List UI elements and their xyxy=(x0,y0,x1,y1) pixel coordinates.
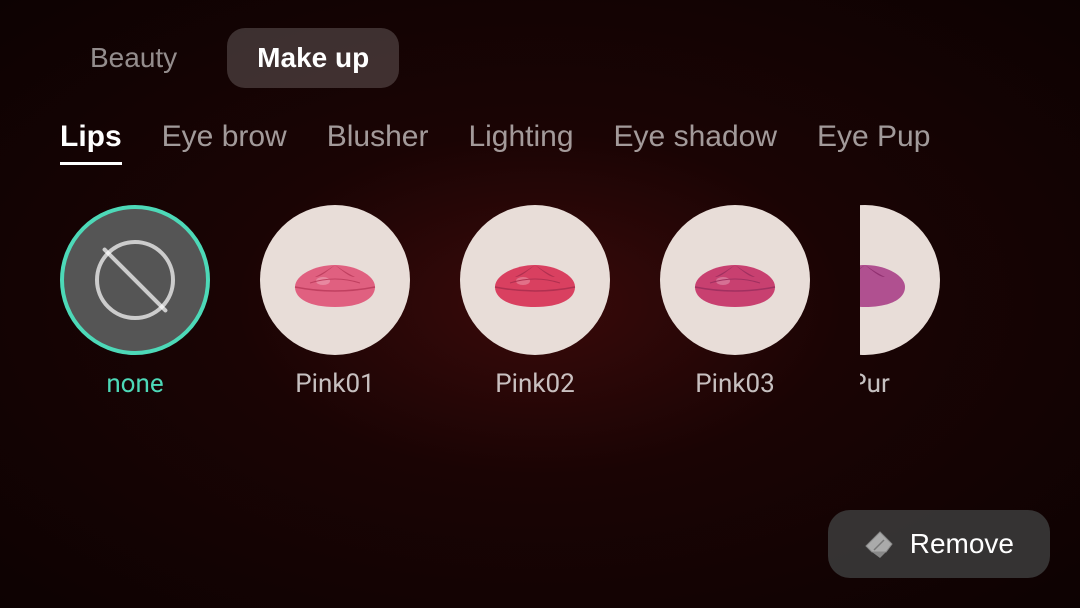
eraser-icon xyxy=(864,528,896,560)
lips-none-label: none xyxy=(106,369,163,399)
category-tab-eyebrow[interactable]: Eye brow xyxy=(162,120,287,165)
lips-pink02-label: Pink02 xyxy=(495,369,575,399)
lips-item-pink03[interactable]: Pink03 xyxy=(660,205,810,399)
lips-item-none[interactable]: none xyxy=(60,205,210,399)
remove-button-label: Remove xyxy=(910,528,1014,560)
lips-pur-label: Pur xyxy=(860,369,890,399)
remove-button[interactable]: Remove xyxy=(828,510,1050,578)
top-tab-makeup[interactable]: Make up xyxy=(227,28,399,88)
category-tabs: Lips Eye brow Blusher Lighting Eye shado… xyxy=(0,88,1080,165)
lips-pink01-svg xyxy=(285,245,385,315)
lips-pink03-circle xyxy=(660,205,810,355)
top-tab-beauty[interactable]: Beauty xyxy=(60,28,207,88)
lips-pink03-label: Pink03 xyxy=(695,369,775,399)
lips-item-pur[interactable]: Pur xyxy=(860,205,940,399)
none-icon xyxy=(95,240,175,320)
lips-items-row: none Pink01 Pink xyxy=(0,165,1080,399)
lips-none-circle xyxy=(60,205,210,355)
category-tab-eyepup[interactable]: Eye Pup xyxy=(817,120,930,165)
lips-pink01-label: Pink01 xyxy=(295,369,375,399)
lips-pur-circle xyxy=(860,205,940,355)
lips-pink02-svg xyxy=(485,245,585,315)
category-tab-blusher[interactable]: Blusher xyxy=(327,120,429,165)
lips-pink02-circle xyxy=(460,205,610,355)
category-tab-lighting[interactable]: Lighting xyxy=(468,120,573,165)
category-tab-eyeshadow[interactable]: Eye shadow xyxy=(614,120,777,165)
lips-item-pink01[interactable]: Pink01 xyxy=(260,205,410,399)
category-tab-lips[interactable]: Lips xyxy=(60,120,122,165)
lips-item-pink02[interactable]: Pink02 xyxy=(460,205,610,399)
top-tabs: Beauty Make up xyxy=(0,0,1080,88)
lips-pink03-svg xyxy=(685,245,785,315)
lips-pur-svg xyxy=(860,245,915,315)
lips-pink01-circle xyxy=(260,205,410,355)
